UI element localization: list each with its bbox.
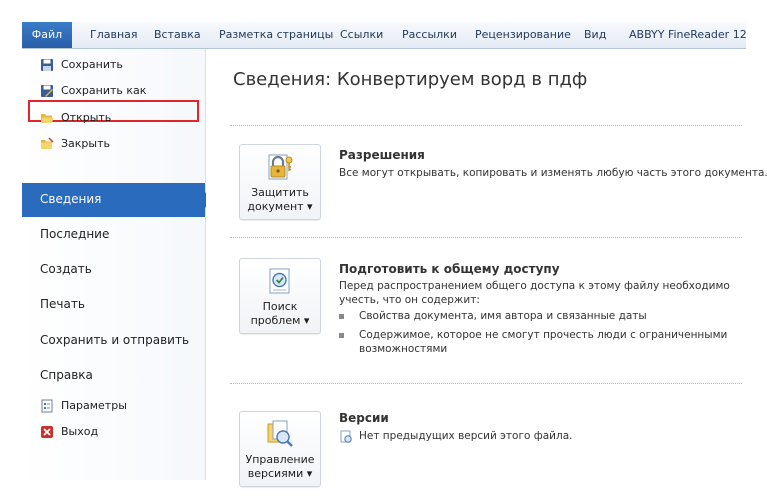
tab-mailings[interactable]: Рассылки [402, 22, 457, 48]
check-issues-label-2: проблем ▾ [250, 314, 310, 327]
bullet-marker [339, 314, 344, 319]
nav-help[interactable]: Справка [40, 368, 93, 382]
separator [230, 383, 742, 384]
tab-view[interactable]: Вид [584, 22, 606, 48]
nav-info[interactable]: Сведения [40, 192, 101, 206]
exit-icon [40, 425, 54, 439]
word-backstage-window: Файл Главная Вставка Разметка страницы С… [22, 22, 767, 487]
prepare-title: Подготовить к общему доступу [339, 262, 560, 276]
nav-recent[interactable]: Последние [40, 227, 109, 241]
prepare-bullet-2-line1: Содержимое, которое не смогут прочесть л… [359, 329, 728, 341]
no-versions-icon [339, 429, 353, 443]
nav-print[interactable]: Печать [40, 297, 85, 311]
backstage-menu: Сохранить Сохранить как Открыть Закрыть … [22, 49, 213, 480]
tab-home[interactable]: Главная [90, 22, 138, 48]
prepare-bullet-2-line2: возможностями [359, 343, 448, 355]
permissions-text: Все могут открывать, копировать и изменя… [339, 167, 767, 179]
prepare-text-line1: Перед распространением общего доступа к … [339, 280, 730, 292]
prepare-bullet-1: Свойства документа, имя автора и связанн… [359, 310, 647, 322]
exit-label: Выход [61, 425, 99, 438]
open-folder-icon [40, 111, 54, 125]
open-label: Открыть [61, 111, 112, 124]
tab-page-layout[interactable]: Разметка страницы [219, 22, 333, 48]
save-label: Сохранить [61, 58, 123, 71]
prepare-text-line2: учесть, что он содержит: [339, 294, 480, 306]
nav-save-and-send[interactable]: Сохранить и отправить [40, 333, 189, 347]
permissions-title: Разрешения [339, 148, 425, 162]
close-label: Закрыть [61, 137, 110, 150]
versions-text: Нет предыдущих версий этого файла. [359, 430, 573, 442]
versions-button-label-2: версиями ▾ [247, 467, 313, 480]
separator [230, 125, 742, 126]
save-as-label: Сохранить как [61, 84, 147, 97]
tab-references[interactable]: Ссылки [340, 22, 383, 48]
protect-button-label-2: документ ▾ [247, 200, 313, 213]
options-icon [40, 399, 54, 413]
save-icon [40, 58, 54, 72]
versions-title: Версии [339, 411, 389, 425]
tab-abbyy-finereader[interactable]: ABBYY FineReader 12 [629, 22, 747, 48]
lock-key-icon [264, 151, 296, 183]
bullet-marker [339, 333, 344, 338]
ribbon-tab-bar: Файл Главная Вставка Разметка страницы С… [22, 22, 747, 49]
tab-review[interactable]: Рецензирование [475, 22, 571, 48]
info-panel: Сведения: Конвертируем ворд в пдф Защити… [206, 49, 767, 487]
tab-insert[interactable]: Вставка [154, 22, 201, 48]
manage-versions-button[interactable]: Управление версиями ▾ [239, 411, 321, 487]
tab-file[interactable]: Файл [22, 22, 72, 48]
close-folder-icon [40, 137, 54, 151]
versions-icon [264, 418, 296, 450]
nav-new[interactable]: Создать [40, 262, 92, 276]
inspect-document-icon [264, 265, 296, 297]
versions-button-label-1: Управление [245, 453, 315, 466]
options-label: Параметры [61, 399, 127, 412]
separator [230, 237, 742, 238]
check-for-issues-button[interactable]: Поиск проблем ▾ [239, 258, 321, 334]
protect-button-label-1: Защитить [251, 186, 309, 199]
check-issues-label-1: Поиск [262, 300, 298, 313]
protect-document-button[interactable]: Защитить документ ▾ [239, 144, 321, 220]
page-title: Сведения: Конвертируем ворд в пдф [233, 69, 588, 90]
save-as-icon [40, 84, 54, 98]
